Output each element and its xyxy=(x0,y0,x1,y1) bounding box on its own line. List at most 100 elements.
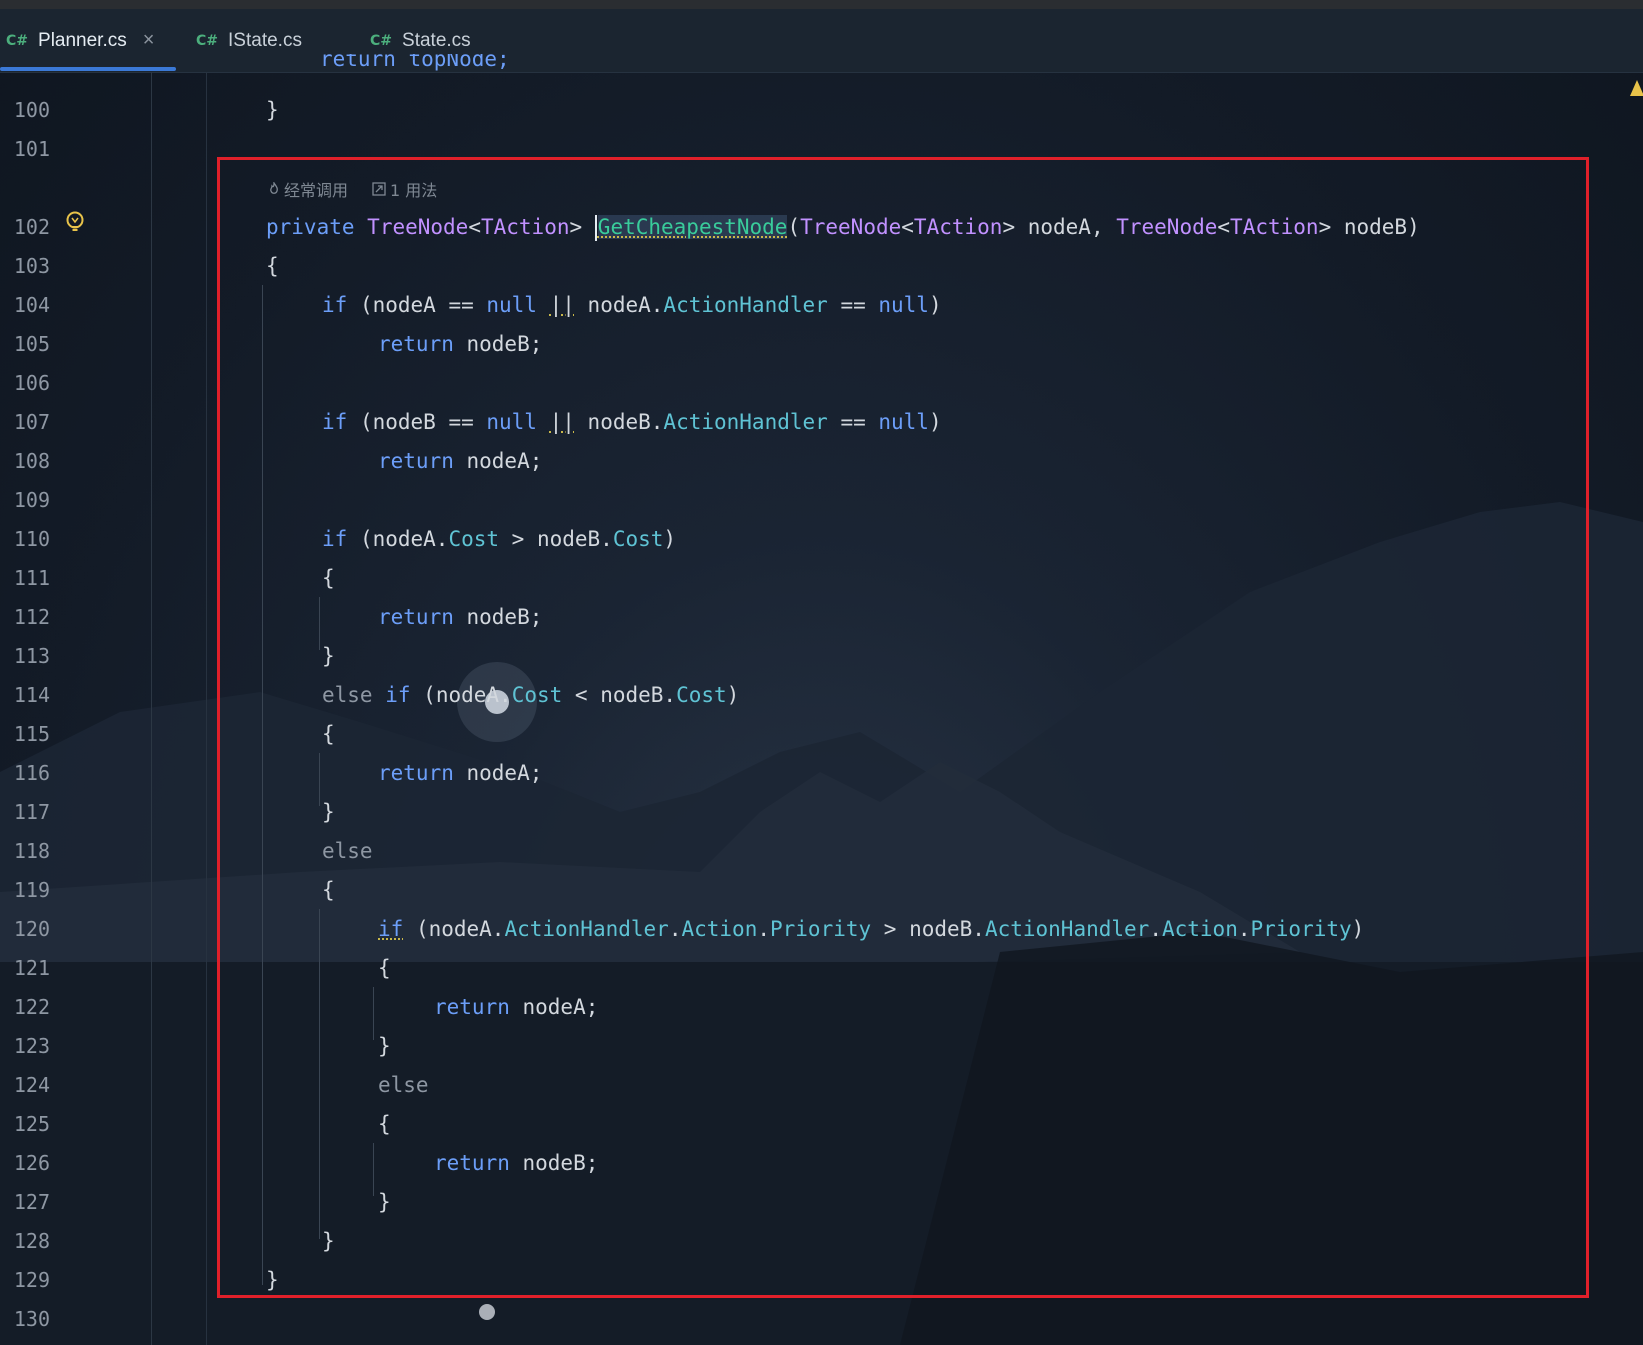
line-number: 123 xyxy=(13,1034,50,1058)
code-text: else xyxy=(378,1073,429,1097)
line-number: 119 xyxy=(13,878,50,902)
code-text: } xyxy=(378,1034,391,1058)
line-number: 124 xyxy=(13,1073,50,1097)
line-number: 114 xyxy=(13,683,50,707)
line-number: 106 xyxy=(13,371,50,395)
tab-label: State.cs xyxy=(402,29,471,51)
line-number: 110 xyxy=(13,527,50,551)
code-text: { xyxy=(322,566,335,590)
csharp-icon: C# xyxy=(370,32,393,49)
code-line: 127 } xyxy=(0,1183,1643,1222)
code-vision-hints: 经常调用 1 用法 xyxy=(268,177,437,201)
line-number: 102 xyxy=(13,215,50,239)
code-text: } xyxy=(266,98,279,122)
flame-icon xyxy=(270,182,278,194)
code-text: if (nodeB == null || nodeB.ActionHandler… xyxy=(322,410,942,434)
code-text: } xyxy=(322,1229,335,1253)
line-number: 118 xyxy=(13,839,50,863)
code-line: return topNode; xyxy=(0,54,1643,82)
code-text: if (nodeA.Cost > nodeB.Cost) xyxy=(322,527,677,551)
line-number: 122 xyxy=(13,995,50,1019)
close-icon[interactable]: × xyxy=(143,29,155,52)
line-number: 129 xyxy=(13,1268,50,1292)
code-text: return nodeA; xyxy=(378,761,543,785)
code-text: else if (nodeA.Cost < nodeB.Cost) xyxy=(322,683,740,707)
line-number: 101 xyxy=(13,137,50,161)
code-line: 108 return nodeA; xyxy=(0,442,1643,481)
code-line: 125 { xyxy=(0,1105,1643,1144)
line-number: 108 xyxy=(13,449,50,473)
code-text: { xyxy=(322,722,335,746)
line-number: 113 xyxy=(13,644,50,668)
code-text: } xyxy=(322,800,335,824)
code-text: } xyxy=(322,644,335,668)
code-line: 109 xyxy=(0,481,1643,520)
code-line: 126 return nodeB; xyxy=(0,1144,1643,1183)
code-text: return topNode; xyxy=(320,54,510,71)
code-line: 113 } xyxy=(0,637,1643,676)
line-number: 115 xyxy=(13,722,50,746)
code-text: { xyxy=(266,254,279,278)
code-line: 119 { xyxy=(0,871,1643,910)
code-text: } xyxy=(378,1190,391,1214)
line-number: 120 xyxy=(13,917,50,941)
code-text: if (nodeA == null || nodeA.ActionHandler… xyxy=(322,293,942,317)
line-number: 104 xyxy=(13,293,50,317)
line-number: 111 xyxy=(13,566,50,590)
line-number: 116 xyxy=(13,761,50,785)
line-number: 117 xyxy=(13,800,50,824)
title-strip xyxy=(0,0,1643,9)
code-line: 130 xyxy=(0,1300,1643,1339)
code-text: { xyxy=(378,1112,391,1136)
line-number: 103 xyxy=(13,254,50,278)
code-line: 104 if (nodeA == null || nodeA.ActionHan… xyxy=(0,286,1643,325)
code-text: return nodeB; xyxy=(434,1151,599,1175)
code-line: 117 } xyxy=(0,793,1643,832)
code-line: 123 } xyxy=(0,1027,1643,1066)
code-line: 115 { xyxy=(0,715,1643,754)
code-line: 100 } xyxy=(0,91,1643,130)
code-text: return nodeA; xyxy=(434,995,599,1019)
code-line: 116 return nodeA; xyxy=(0,754,1643,793)
line-number: 130 xyxy=(13,1307,50,1331)
code-line: 102 private TreeNode<TAction> GetCheapes… xyxy=(0,208,1643,247)
line-number: 121 xyxy=(13,956,50,980)
line-number: 107 xyxy=(13,410,50,434)
code-text: { xyxy=(378,956,391,980)
line-number: 128 xyxy=(13,1229,50,1253)
line-number: 126 xyxy=(13,1151,50,1175)
code-text: { xyxy=(322,878,335,902)
tab-label: IState.cs xyxy=(228,29,302,51)
line-number: 109 xyxy=(13,488,50,512)
code-line: 111 { xyxy=(0,559,1643,598)
code-line: 128 } xyxy=(0,1222,1643,1261)
code-line: 112 return nodeB; xyxy=(0,598,1643,637)
code-text: return nodeA; xyxy=(378,449,543,473)
usages-icon xyxy=(372,182,386,196)
method-signature: private TreeNode<TAction> GetCheapestNod… xyxy=(266,215,1420,241)
code-line: 114 else if (nodeA.Cost < nodeB.Cost) xyxy=(0,676,1643,715)
code-line: 124 else xyxy=(0,1066,1643,1105)
code-text: return nodeB; xyxy=(378,605,543,629)
line-number: 127 xyxy=(13,1190,50,1214)
line-number: 105 xyxy=(13,332,50,356)
code-line: 105 return nodeB; xyxy=(0,325,1643,364)
code-line: 110 if (nodeA.Cost > nodeB.Cost) xyxy=(0,520,1643,559)
csharp-icon: C# xyxy=(196,32,219,49)
line-number: 100 xyxy=(13,98,50,122)
code-line: 103 { xyxy=(0,247,1643,286)
line-number: 125 xyxy=(13,1112,50,1136)
code-line: 121 { xyxy=(0,949,1643,988)
code-line: 122 return nodeA; xyxy=(0,988,1643,1027)
code-text: } xyxy=(266,1268,279,1292)
usages-hint[interactable]: 1 用法 xyxy=(372,177,437,201)
csharp-icon: C# xyxy=(6,32,29,49)
code-text: else xyxy=(322,839,373,863)
code-line: 106 xyxy=(0,364,1643,403)
frequent-call-hint[interactable]: 经常调用 xyxy=(268,177,348,201)
code-line: 120 if (nodeA.ActionHandler.Action.Prior… xyxy=(0,910,1643,949)
code-line: 118 else xyxy=(0,832,1643,871)
code-text: if (nodeA.ActionHandler.Action.Priority … xyxy=(378,917,1365,941)
tab-label: Planner.cs xyxy=(38,29,127,51)
code-text: return nodeB; xyxy=(378,332,543,356)
